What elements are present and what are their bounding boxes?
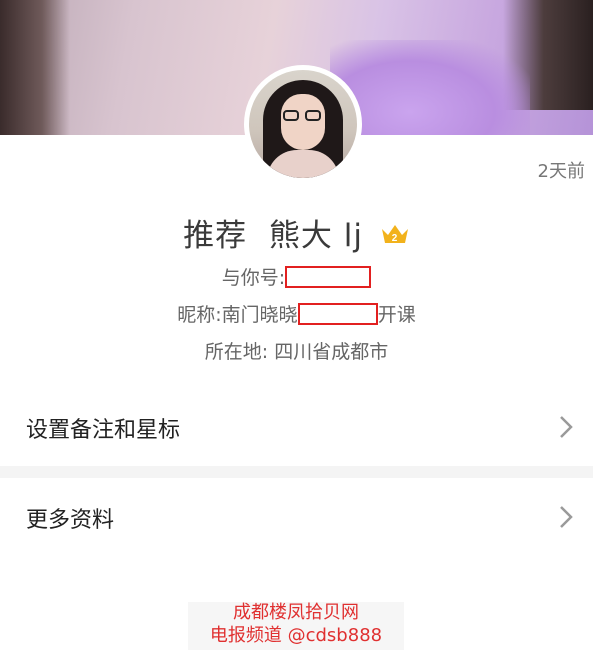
wechat-id-label: 与你号: bbox=[221, 267, 286, 289]
crown-level: 2 bbox=[392, 233, 399, 244]
region-row: 所在地: 四川省成都市 bbox=[0, 337, 593, 364]
chevron-right-icon bbox=[560, 506, 573, 528]
avatar[interactable] bbox=[244, 65, 362, 183]
avatar-photo bbox=[249, 70, 357, 178]
display-name-row: 推荐 熊大 lj 2 bbox=[0, 210, 593, 256]
remark-label: 设置备注和星标 bbox=[26, 418, 181, 443]
watermark-line1: 成都楼凤拾贝网 bbox=[233, 602, 359, 623]
cover-hair-left bbox=[0, 0, 70, 135]
region: 所在地: 四川省成都市 bbox=[204, 341, 389, 363]
nickname-prefix: 昵称:南门晓晓 bbox=[177, 304, 298, 326]
time-ago: 2天前 bbox=[537, 161, 585, 182]
nickname-suffix: 开课 bbox=[377, 304, 416, 326]
avatar-glasses bbox=[283, 110, 323, 122]
wechat-id-row: 与你号: bbox=[0, 263, 593, 290]
nickname-row: 昵称:南门晓晓 开课 bbox=[0, 300, 593, 327]
more-info-row[interactable]: 更多资料 bbox=[0, 478, 593, 556]
display-name: 推荐 熊大 lj bbox=[183, 218, 363, 254]
crown-icon: 2 bbox=[380, 217, 410, 253]
remark-and-star-row[interactable]: 设置备注和星标 bbox=[0, 388, 593, 466]
more-info-label: 更多资料 bbox=[26, 508, 115, 533]
section-divider bbox=[0, 466, 593, 478]
chevron-right-icon bbox=[560, 416, 573, 438]
avatar-face bbox=[281, 94, 325, 150]
watermark: 成都楼凤拾贝网 电报频道 @cdsb888 bbox=[188, 602, 404, 650]
redaction-box bbox=[285, 265, 372, 288]
watermark-line2: 电报频道 @cdsb888 bbox=[209, 625, 383, 646]
redaction-box bbox=[297, 302, 378, 325]
